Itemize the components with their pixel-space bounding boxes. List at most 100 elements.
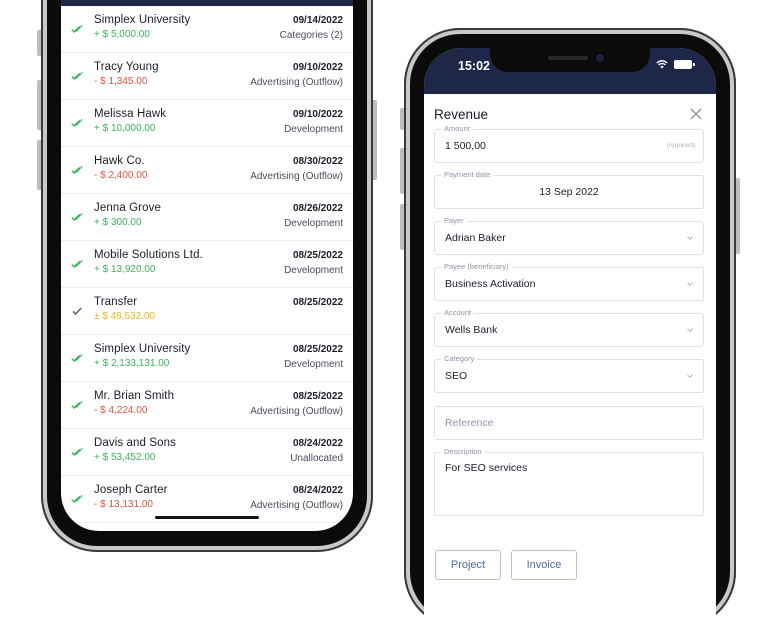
transaction-date: 08/24/2022	[292, 438, 343, 449]
chevron-down-icon	[687, 328, 693, 332]
transaction-row[interactable]: Davis and Sons + $ 53,452.00 08/24/2022 Una…	[61, 429, 353, 476]
transaction-name: Simplex University	[94, 14, 191, 26]
payment-date-field[interactable]: Payment date 13 Sep 2022	[434, 170, 704, 209]
reference-input[interactable]: Reference	[434, 406, 704, 440]
invoice-button[interactable]: Invoice	[511, 550, 577, 580]
transaction-name: Transfer	[94, 296, 138, 308]
transaction-name: Davis and Sons	[94, 437, 176, 449]
transaction-date: 08/25/2022	[292, 297, 343, 308]
transaction-name: Melissa Hawk	[94, 108, 167, 120]
transaction-name: Tracy Young	[94, 61, 159, 73]
transaction-amount: ± $ 48,532.00	[94, 311, 156, 322]
transaction-row[interactable]: Jenna Grove + $ 300.00 08/26/2022 Developme…	[61, 194, 353, 241]
transaction-row[interactable]: Transfer ± $ 48,532.00 08/25/2022	[61, 288, 353, 335]
notch	[490, 48, 650, 72]
chevron-down-icon	[687, 374, 693, 378]
reference-placeholder: Reference	[445, 417, 494, 429]
checkmark-icon	[70, 69, 84, 83]
description-label: Description	[441, 447, 485, 456]
transaction-amount: + $ 10,000.00	[94, 123, 156, 134]
transaction-category: Categories (2)	[279, 30, 343, 41]
checkmark-icon	[70, 210, 84, 224]
payer-value: Adrian Baker	[445, 232, 506, 244]
left-phone: Simplex University + $ 5,000.00 09/14/2022…	[37, 0, 377, 552]
description-textarea[interactable]: Description For SEO services	[434, 447, 704, 516]
transaction-date: 08/30/2022	[292, 156, 343, 167]
project-button[interactable]: Project	[435, 550, 501, 580]
amount-hint: (required)	[666, 142, 695, 149]
transaction-amount: + $ 13,920.00	[94, 264, 156, 275]
mute-switch	[37, 30, 41, 56]
transaction-date: 08/25/2022	[292, 391, 343, 402]
transaction-name: Simplex University	[94, 343, 191, 355]
mute-switch	[400, 108, 404, 130]
transaction-name: Jenna Grove	[94, 202, 161, 214]
transaction-name: Mobile Solutions Ltd.	[94, 249, 203, 261]
checkmark-icon	[70, 116, 84, 130]
amount-value: 1 500,00	[445, 140, 486, 152]
transaction-category: Unallocated	[290, 453, 343, 464]
status-icons	[656, 60, 695, 69]
revenue-form: Revenue Amount 1 500,00 (required) Payme…	[424, 94, 716, 628]
transaction-category: Development	[284, 359, 343, 370]
category-value: SEO	[445, 370, 468, 382]
transaction-category: Advertising (Outflow)	[250, 77, 343, 88]
speaker-grille	[548, 56, 588, 60]
transaction-category: Advertising (Outflow)	[250, 171, 343, 182]
category-label: Category	[441, 354, 478, 363]
home-indicator[interactable]	[155, 516, 259, 519]
close-icon[interactable]	[690, 108, 702, 120]
power-button	[373, 100, 377, 180]
checkmark-icon	[70, 304, 84, 318]
amount-field[interactable]: Amount 1 500,00 (required)	[434, 124, 704, 163]
checkmark-icon	[70, 445, 84, 459]
transaction-row[interactable]: Simplex University + $ 5,000.00 09/14/2022…	[61, 6, 353, 53]
payment-date-label: Payment date	[441, 170, 494, 179]
transaction-name: Hawk Co.	[94, 155, 145, 167]
transaction-row[interactable]: Hawk Co. - $ 2,400.00 08/30/2022 Advertisin…	[61, 147, 353, 194]
transaction-category: Development	[284, 265, 343, 276]
category-select[interactable]: Category SEO	[434, 354, 704, 393]
transaction-category: Advertising (Outflow)	[250, 500, 343, 511]
transaction-amount: - $ 4,224.00	[94, 405, 148, 416]
account-select[interactable]: Account Wells Bank	[434, 308, 704, 347]
payee-label: Payee (beneficiary)	[441, 262, 512, 271]
right-phone: 15:02 Revenue Amount 1 500,00 (required)…	[400, 28, 740, 628]
transaction-row[interactable]: Simplex University + $ 2,133,131.00 08/25/…	[61, 335, 353, 382]
transaction-amount: + $ 2,133,131.00	[94, 358, 170, 369]
volume-down-button	[37, 140, 41, 190]
transaction-row[interactable]: Mobile Solutions Ltd. + $ 13,920.00 08/25/…	[61, 241, 353, 288]
transaction-amount: + $ 300.00	[94, 217, 142, 228]
transaction-row[interactable]: Tracy Young - $ 1,345.00 09/10/2022 Adverti…	[61, 53, 353, 100]
transaction-category: Development	[284, 218, 343, 229]
account-label: Account	[441, 308, 475, 317]
transaction-date: 09/10/2022	[292, 109, 343, 120]
payee-value: Business Activation	[445, 278, 536, 290]
payer-label: Payer	[441, 216, 467, 225]
transaction-row[interactable]: Melissa Hawk + $ 10,000.00 09/10/2022 Devel…	[61, 100, 353, 147]
wifi-icon	[656, 60, 668, 69]
checkmark-icon	[70, 163, 84, 177]
account-value: Wells Bank	[445, 324, 498, 336]
power-button	[736, 178, 740, 254]
camera-icon	[596, 54, 604, 62]
transaction-date: 08/26/2022	[292, 203, 343, 214]
transaction-name: Joseph Carter	[94, 484, 168, 496]
chevron-down-icon	[687, 282, 693, 286]
transactions-screen: Simplex University + $ 5,000.00 09/14/2022…	[61, 0, 353, 531]
payee-select[interactable]: Payee (beneficiary) Business Activation	[434, 262, 704, 301]
payment-date-value: 13 Sep 2022	[539, 186, 599, 198]
transaction-category: Advertising (Outflow)	[250, 406, 343, 417]
checkmark-icon	[70, 257, 84, 271]
transaction-date: 08/24/2022	[292, 485, 343, 496]
checkmark-icon	[70, 22, 84, 36]
volume-up-button	[400, 148, 404, 194]
transaction-list: Simplex University + $ 5,000.00 09/14/2022…	[61, 6, 353, 523]
volume-up-button	[37, 80, 41, 130]
battery-icon	[674, 60, 695, 69]
payer-select[interactable]: Payer Adrian Baker	[434, 216, 704, 255]
transaction-name: Mr. Brian Smith	[94, 390, 175, 402]
checkmark-icon	[70, 492, 84, 506]
form-title: Revenue	[434, 107, 489, 122]
transaction-row[interactable]: Mr. Brian Smith - $ 4,224.00 08/25/2022 Adv…	[61, 382, 353, 429]
